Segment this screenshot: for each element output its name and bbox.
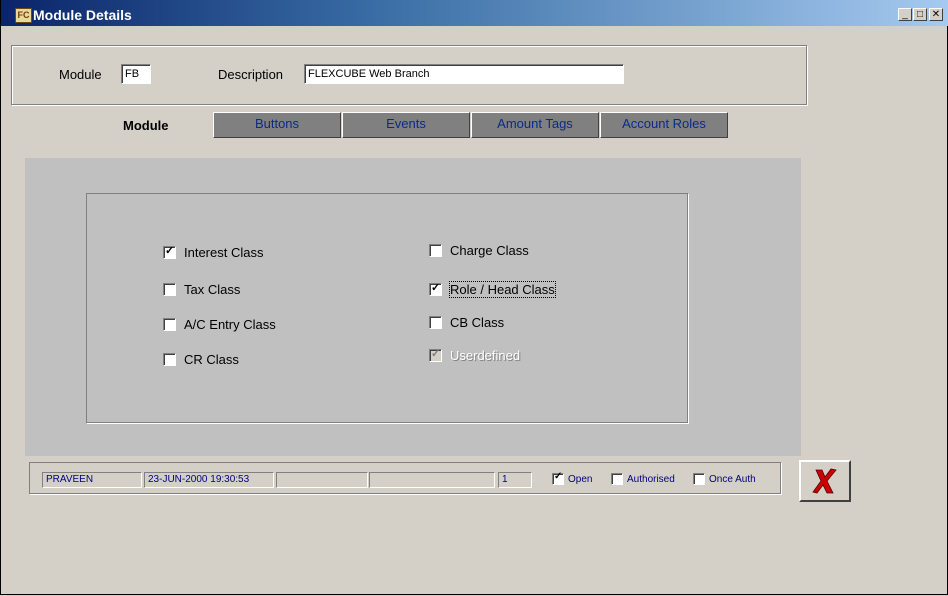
role-head-class-option[interactable]: Role / Head Class <box>429 281 556 298</box>
ac-entry-class-option[interactable]: A/C Entry Class <box>163 317 276 332</box>
maximize-button[interactable]: □ <box>913 8 927 21</box>
close-window-button[interactable]: ✕ <box>929 8 943 21</box>
description-field[interactable]: FLEXCUBE Web Branch <box>304 64 624 84</box>
ac-entry-class-label: A/C Entry Class <box>184 317 276 332</box>
interest-class-checkbox[interactable] <box>163 244 176 259</box>
title-bar[interactable]: FC Module Details _ □ ✕ <box>1 0 948 26</box>
interest-class-option[interactable]: Interest Class <box>163 244 264 260</box>
cb-class-option[interactable]: CB Class <box>429 315 504 330</box>
ac-entry-class-checkbox[interactable] <box>163 318 176 331</box>
checker-datetime-field <box>369 472 495 488</box>
tax-class-option[interactable]: Tax Class <box>163 282 240 297</box>
userdefined-option: Userdefined <box>429 347 521 363</box>
charge-class-label: Charge Class <box>450 243 529 258</box>
tab-events[interactable]: Events <box>342 112 470 138</box>
maker-id-field: PRAVEEN <box>42 472 142 488</box>
exit-button[interactable] <box>799 460 851 502</box>
app-icon: FC <box>15 8 32 23</box>
role-head-class-checkbox[interactable] <box>429 281 442 296</box>
once-auth-checkbox <box>693 473 705 485</box>
open-checkbox <box>552 471 564 485</box>
cr-class-label: CR Class <box>184 352 239 367</box>
classes-group-box <box>86 193 688 423</box>
module-details-window: FC Module Details _ □ ✕ Module FB Descri… <box>0 0 948 595</box>
cr-class-option[interactable]: CR Class <box>163 352 239 367</box>
authorised-status: Authorised <box>611 473 675 485</box>
charge-class-checkbox[interactable] <box>429 244 442 257</box>
cb-class-checkbox[interactable] <box>429 316 442 329</box>
role-head-class-label: Role / Head Class <box>449 281 556 298</box>
minimize-button[interactable]: _ <box>898 8 912 21</box>
once-auth-label: Once Auth <box>709 473 756 485</box>
authorised-checkbox <box>611 473 623 485</box>
exit-x-icon <box>812 468 837 494</box>
window-title: Module Details <box>33 7 132 23</box>
maker-datetime-field: 23-JUN-2000 19:30:53 <box>144 472 274 488</box>
userdefined-checkbox <box>429 347 442 362</box>
tax-class-label: Tax Class <box>184 282 241 297</box>
checker-id-field <box>276 472 368 488</box>
userdefined-label: Userdefined <box>450 348 521 363</box>
open-status: Open <box>552 471 593 485</box>
cb-class-label: CB Class <box>450 315 505 330</box>
once-auth-status: Once Auth <box>693 473 756 485</box>
charge-class-option[interactable]: Charge Class <box>429 243 529 258</box>
tax-class-checkbox[interactable] <box>163 283 176 296</box>
modification-number-field: 1 <box>498 472 532 488</box>
tab-module[interactable]: Module <box>123 118 169 133</box>
description-label: Description <box>218 67 284 82</box>
interest-class-label: Interest Class <box>184 245 264 260</box>
tab-account-roles[interactable]: Account Roles <box>600 112 728 138</box>
tab-amount-tags[interactable]: Amount Tags <box>471 112 599 138</box>
open-label: Open <box>568 473 593 485</box>
cr-class-checkbox[interactable] <box>163 353 176 366</box>
module-field[interactable]: FB <box>121 64 151 84</box>
module-label: Module <box>59 67 102 82</box>
tab-buttons[interactable]: Buttons <box>213 112 341 138</box>
authorised-label: Authorised <box>627 473 675 485</box>
